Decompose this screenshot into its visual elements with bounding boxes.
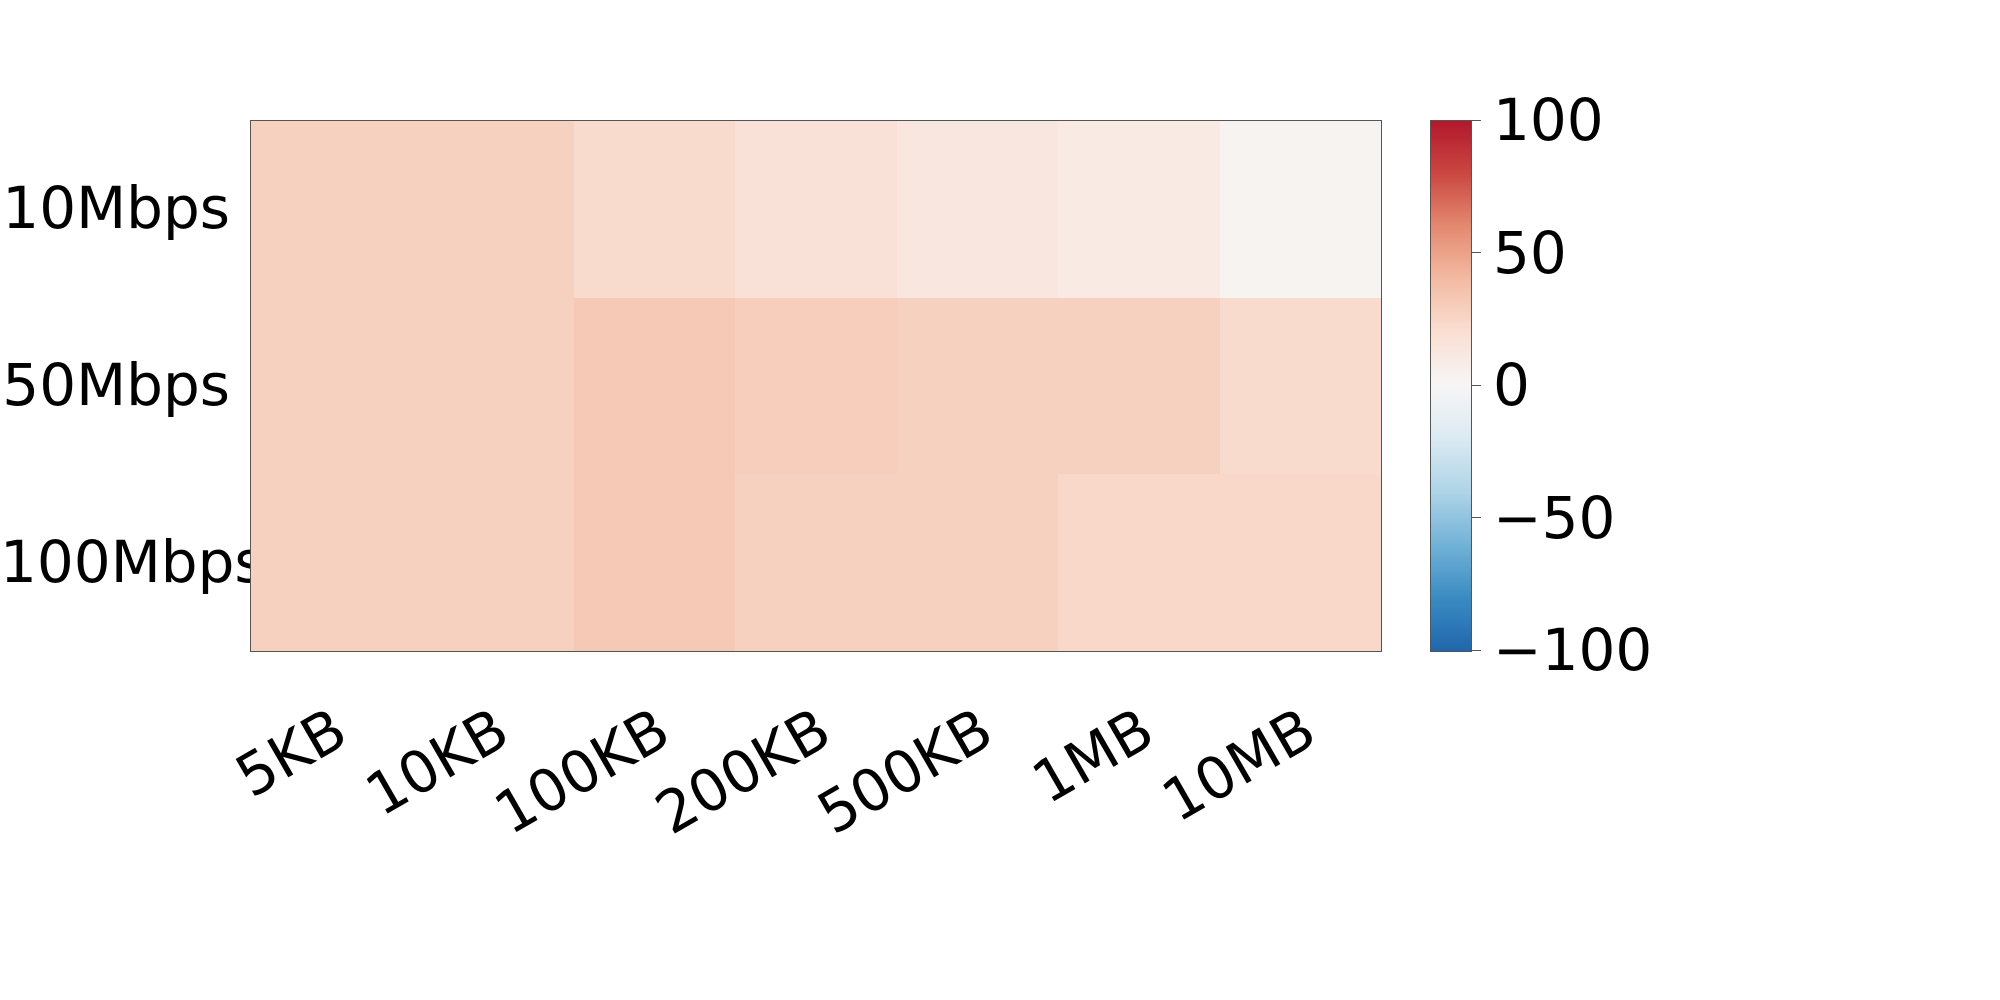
heatmap-cell — [735, 121, 896, 298]
heatmap-cell — [251, 474, 412, 651]
x-tick-label: 1MB — [1021, 695, 1165, 817]
heatmap-cell — [251, 298, 412, 475]
heatmap-cell — [1058, 121, 1219, 298]
heatmap-cell — [1058, 474, 1219, 651]
heatmap-cell — [412, 298, 573, 475]
colorbar-tick: 50 — [1471, 219, 1567, 287]
heatmap-cell — [574, 298, 735, 475]
heatmap-cell — [1058, 298, 1219, 475]
colorbar-gradient — [1431, 121, 1471, 651]
heatmap-cell — [897, 298, 1058, 475]
colorbar-tickmark — [1471, 120, 1481, 121]
colorbar-tick-label: −100 — [1493, 616, 1652, 684]
colorbar-tickmark — [1471, 252, 1481, 253]
x-axis-labels: 5KB10KB100KB200KB500KB1MB10MB — [250, 650, 1380, 910]
y-tick-label: 100Mbps — [0, 528, 230, 596]
x-tick-label: 5KB — [224, 695, 357, 811]
heatmap-cell — [1220, 298, 1381, 475]
x-tick-label: 100KB — [483, 695, 680, 848]
heatmap-cell — [897, 474, 1058, 651]
x-tick-label: 500KB — [806, 695, 1003, 848]
colorbar-tick-label: 100 — [1493, 86, 1604, 154]
heatmap-cell — [412, 474, 573, 651]
colorbar-tickmark — [1471, 517, 1481, 518]
x-tick-label: 10MB — [1151, 695, 1327, 836]
heatmap-cell — [574, 121, 735, 298]
heatmap-cell — [251, 121, 412, 298]
heatmap-cell — [1220, 121, 1381, 298]
heatmap-cell — [735, 474, 896, 651]
colorbar-tick: −50 — [1471, 484, 1615, 552]
colorbar-tick-label: −50 — [1493, 484, 1615, 552]
heatmap-cell — [1220, 474, 1381, 651]
colorbar-tick-label: 0 — [1493, 351, 1530, 419]
x-tick-label: 200KB — [645, 695, 842, 848]
colorbar-tickmark — [1471, 650, 1481, 651]
colorbar-tickmark — [1471, 385, 1481, 386]
heatmap-cell — [897, 121, 1058, 298]
heatmap-chart: 10Mbps 50Mbps 100Mbps 5KB10KB100KB200KB500… — [0, 0, 2000, 1000]
heatmap-cell — [412, 121, 573, 298]
colorbar: −100−50050100 — [1430, 120, 1472, 652]
colorbar-tick-label: 50 — [1493, 219, 1567, 287]
heatmap-cell — [735, 298, 896, 475]
colorbar-tick: −100 — [1471, 616, 1652, 684]
y-tick-label: 50Mbps — [0, 351, 230, 419]
heatmap-cell — [574, 474, 735, 651]
heatmap-grid — [250, 120, 1382, 652]
colorbar-tick: 100 — [1471, 86, 1604, 154]
y-axis-labels: 10Mbps 50Mbps 100Mbps — [0, 120, 230, 650]
colorbar-tick: 0 — [1471, 351, 1530, 419]
y-tick-label: 10Mbps — [0, 174, 230, 242]
